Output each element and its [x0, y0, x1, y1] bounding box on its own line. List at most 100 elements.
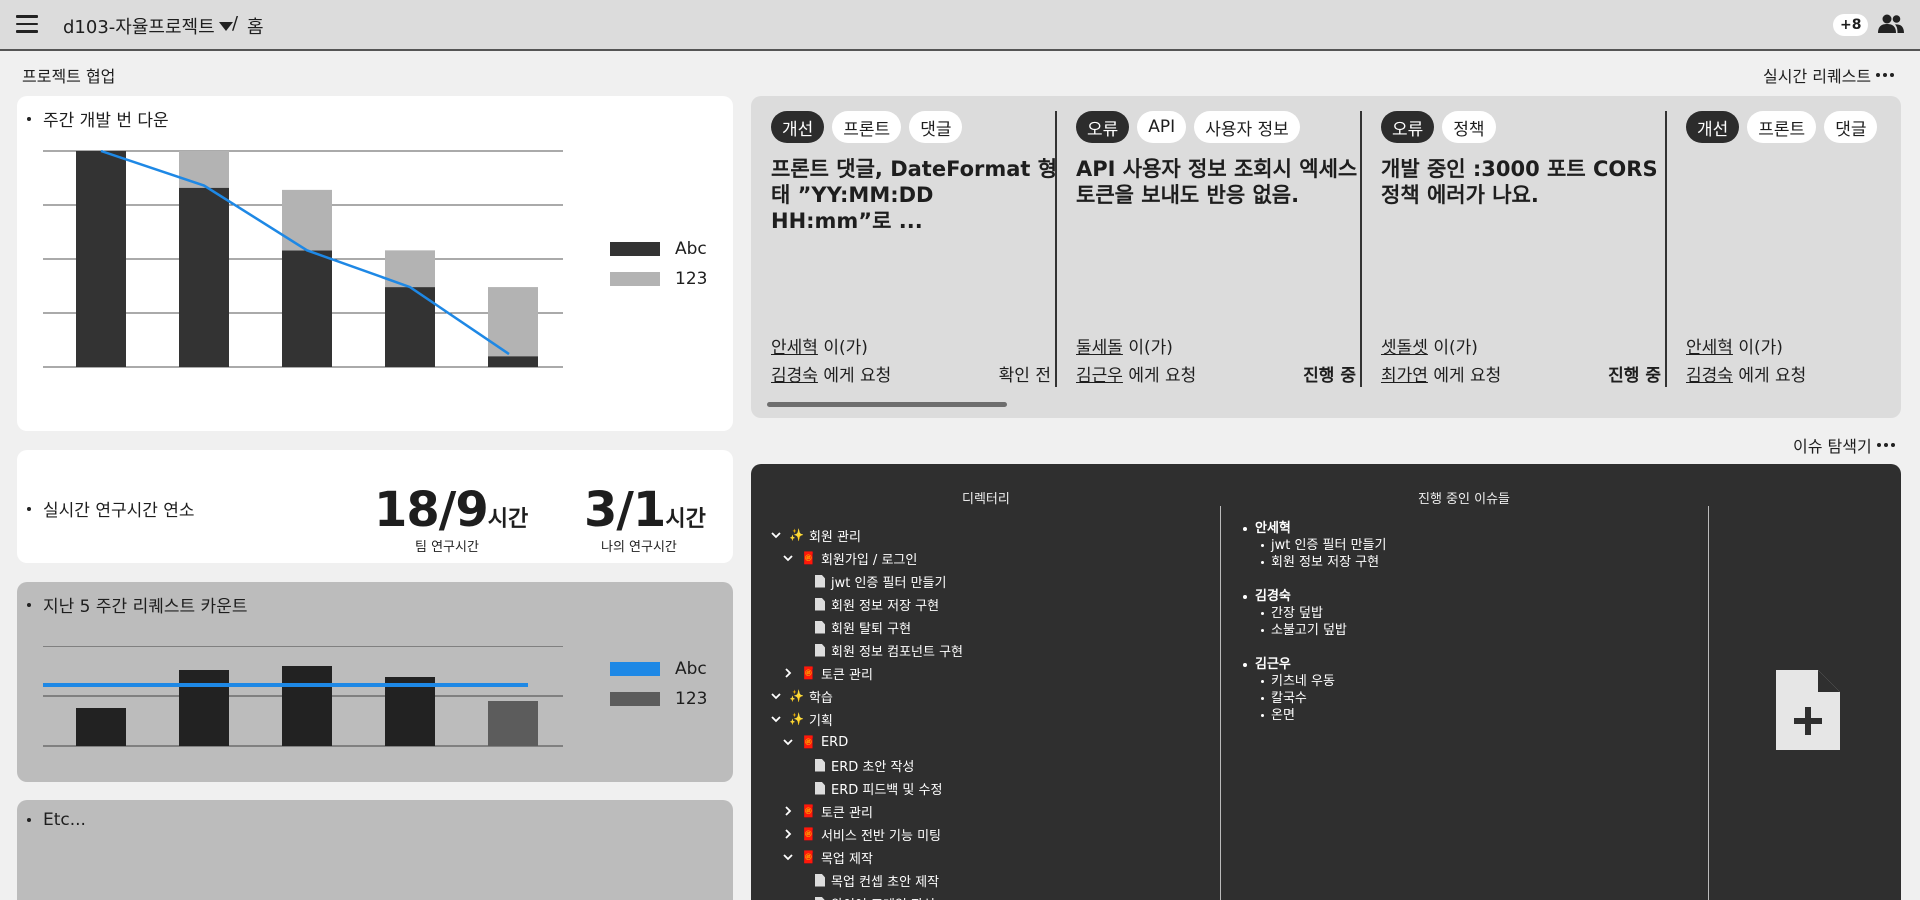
assignee-group: 김경숙 간장 덮밥 소불고기 덮밥	[1241, 588, 1347, 639]
request-count-label: 지난 5 주간 리퀘스트 카운트	[27, 592, 247, 617]
request-title[interactable]: 개발 중인 :3000 포트 CORS 정책 에러가 나요.	[1381, 156, 1671, 208]
tree-file-item[interactable]: 회원 정보 컴포넌트 구현	[795, 639, 963, 661]
assignee-name[interactable]: 김근우	[1076, 366, 1123, 386]
tree-item-label: 토큰 관리	[820, 805, 873, 821]
assignee-name[interactable]: 김경숙	[1255, 589, 1291, 604]
chevron-down-icon[interactable]	[783, 852, 793, 862]
chevron-down-icon[interactable]	[783, 553, 793, 563]
request-title[interactable]: API 사용자 정보 조회시 엑세스 토큰을 보내도 반응 없음.	[1076, 156, 1366, 208]
assignee-name[interactable]: 김경숙	[771, 366, 818, 386]
research-time-label: 실시간 연구시간 연소	[27, 496, 195, 521]
request-tag[interactable]: API	[1137, 111, 1187, 143]
request-tag[interactable]: 프론트	[832, 111, 902, 143]
request-count-legend: Abc 123	[610, 659, 707, 709]
request-card[interactable]: 오류 API 사용자 정보 API 사용자 정보 조회시 엑세스 토큰을 보내도 반응…	[1056, 111, 1361, 391]
chevron-right-icon[interactable]	[783, 668, 793, 678]
request-tag[interactable]: 개선	[771, 111, 825, 143]
tree-file-item[interactable]: ERD 피드백 및 수정	[795, 777, 942, 799]
chevron-down-icon[interactable]	[771, 530, 781, 540]
request-tag[interactable]: 오류	[1076, 111, 1130, 143]
tree-item-label: 와이어 프레임 작성	[831, 894, 935, 900]
member-count-badge[interactable]: +8	[1833, 14, 1869, 36]
request-card[interactable]: 개선 프론트 댓글 프론트 댓글, DateFormat 형태 ”YY:MM:DD H…	[751, 111, 1057, 391]
chevron-down-icon[interactable]	[783, 737, 793, 747]
request-tag[interactable]: 프론트	[1747, 111, 1817, 143]
tree-folder-item[interactable]: ✨ 학습	[771, 685, 833, 707]
request-count-card: 지난 5 주간 리퀘스트 카운트 Abc 123	[17, 582, 733, 782]
requester-suffix: 이(가)	[1427, 338, 1478, 358]
realtime-request-more[interactable]: 실시간 리퀘스트	[1763, 63, 1895, 87]
assignee-name[interactable]: 김근우	[1255, 657, 1291, 672]
tree-file-item[interactable]: 와이어 프레임 작성	[795, 892, 935, 900]
burndown-label: 주간 개발 번 다운	[27, 106, 169, 131]
horizontal-scrollbar[interactable]	[767, 402, 1007, 407]
chevron-right-icon[interactable]	[783, 829, 793, 839]
assignee-name[interactable]: 안세혁	[1255, 521, 1291, 536]
issue-item[interactable]: 키츠네 우동	[1261, 673, 1335, 690]
legend-item: Abc	[610, 239, 707, 259]
request-tag[interactable]: 사용자 정보	[1194, 111, 1300, 143]
project-selector[interactable]: d103-자율프로젝트	[63, 13, 233, 39]
request-card[interactable]: 오류 정책 개발 중인 :3000 포트 CORS 정책 에러가 나요. 셋돌셋 이(…	[1361, 111, 1666, 391]
issue-item[interactable]: 온면	[1261, 707, 1335, 724]
issue-item[interactable]: 소불고기 덮밥	[1261, 622, 1347, 639]
tree-folder-item[interactable]: 🧧 서비스 전반 기능 미팅	[783, 823, 941, 845]
assignee-suffix: 에게 요청	[1732, 366, 1807, 386]
tree-folder-item[interactable]: 🧧 토큰 관리	[783, 800, 873, 822]
burndown-legend: Abc 123	[610, 239, 707, 289]
tree-file-item[interactable]: jwt 인증 필터 만들기	[795, 570, 946, 592]
requester-name[interactable]: 안세혁	[1686, 338, 1733, 358]
tree-folder-item[interactable]: ✨ 기획	[771, 708, 833, 730]
hamburger-menu-icon[interactable]	[16, 15, 38, 33]
request-title[interactable]: 프론트 댓글, DateFormat 형태 ”YY:MM:DD HH:mm”로 …	[771, 156, 1061, 234]
tree-folder-item[interactable]: 🧧 ERD	[783, 731, 848, 753]
request-target-line: 김경숙 에게 요청	[1686, 361, 1901, 386]
chevron-down-icon[interactable]	[771, 714, 781, 724]
tree-folder-item[interactable]: 🧧 목업 제작	[783, 846, 873, 868]
file-icon	[815, 574, 825, 588]
assignee-name[interactable]: 최가연	[1381, 366, 1428, 386]
etc-card: Etc...	[17, 800, 733, 900]
chevron-down-icon[interactable]	[771, 691, 781, 701]
requester-name[interactable]: 셋돌셋	[1381, 338, 1428, 358]
issue-item[interactable]: 칼국수	[1261, 690, 1335, 707]
tree-folder-item[interactable]: ✨ 회원 관리	[771, 524, 861, 546]
assignee-suffix: 에게 요청	[1122, 366, 1197, 386]
etc-label: Etc...	[27, 810, 86, 830]
tree-file-item[interactable]: 회원 탈퇴 구현	[795, 616, 911, 638]
new-document-icon[interactable]	[1776, 670, 1840, 750]
request-target-line: 최가연 에게 요청 진행 중	[1381, 361, 1661, 386]
more-dots-icon	[1876, 73, 1895, 77]
request-status: 진행 중	[1608, 366, 1661, 386]
people-icon[interactable]	[1878, 13, 1904, 35]
tree-file-item[interactable]: ERD 초안 작성	[795, 754, 914, 776]
assignee-issues: jwt 인증 필터 만들기 회원 정보 저장 구현	[1261, 537, 1386, 571]
request-status: 확인 전	[998, 366, 1051, 386]
realtime-request-panel[interactable]: 개선 프론트 댓글 프론트 댓글, DateFormat 형태 ”YY:MM:DD H…	[751, 96, 1901, 418]
tree-folder-item[interactable]: 🧧 회원가입 / 로그인	[783, 547, 917, 569]
request-divider	[1360, 111, 1362, 387]
request-tag[interactable]: 댓글	[909, 111, 963, 143]
assignee-group: 안세혁 jwt 인증 필터 만들기 회원 정보 저장 구현	[1241, 520, 1386, 571]
request-tag[interactable]: 오류	[1381, 111, 1435, 143]
requester-name[interactable]: 둘세돌	[1076, 338, 1123, 358]
chevron-right-icon[interactable]	[783, 806, 793, 816]
request-tag[interactable]: 댓글	[1824, 111, 1878, 143]
requester-name[interactable]: 안세혁	[771, 338, 818, 358]
file-icon	[815, 758, 825, 772]
issue-item[interactable]: jwt 인증 필터 만들기	[1261, 537, 1386, 554]
chart-bar	[179, 187, 229, 367]
tree-folder-item[interactable]: 🧧 토큰 관리	[783, 662, 873, 684]
request-tag[interactable]: 정책	[1442, 111, 1496, 143]
request-card[interactable]: 개선 프론트 댓글 안세혁 이(가) 김경숙 에게 요청	[1666, 111, 1901, 391]
request-tag[interactable]: 개선	[1686, 111, 1740, 143]
issue-explorer-more[interactable]: 이슈 탐색기	[1793, 433, 1895, 457]
tree-file-item[interactable]: 회원 정보 저장 구현	[795, 593, 939, 615]
assignee-name[interactable]: 김경숙	[1686, 366, 1733, 386]
request-author-line: 셋돌셋 이(가)	[1381, 333, 1478, 358]
tree-file-item[interactable]: 목업 컨셉 초안 제작	[795, 869, 939, 891]
tree-item-label: 회원 정보 저장 구현	[831, 598, 940, 614]
issue-item[interactable]: 간장 덮밥	[1261, 605, 1347, 622]
breadcrumb-home[interactable]: 홈	[247, 13, 264, 39]
issue-item[interactable]: 회원 정보 저장 구현	[1261, 554, 1386, 571]
